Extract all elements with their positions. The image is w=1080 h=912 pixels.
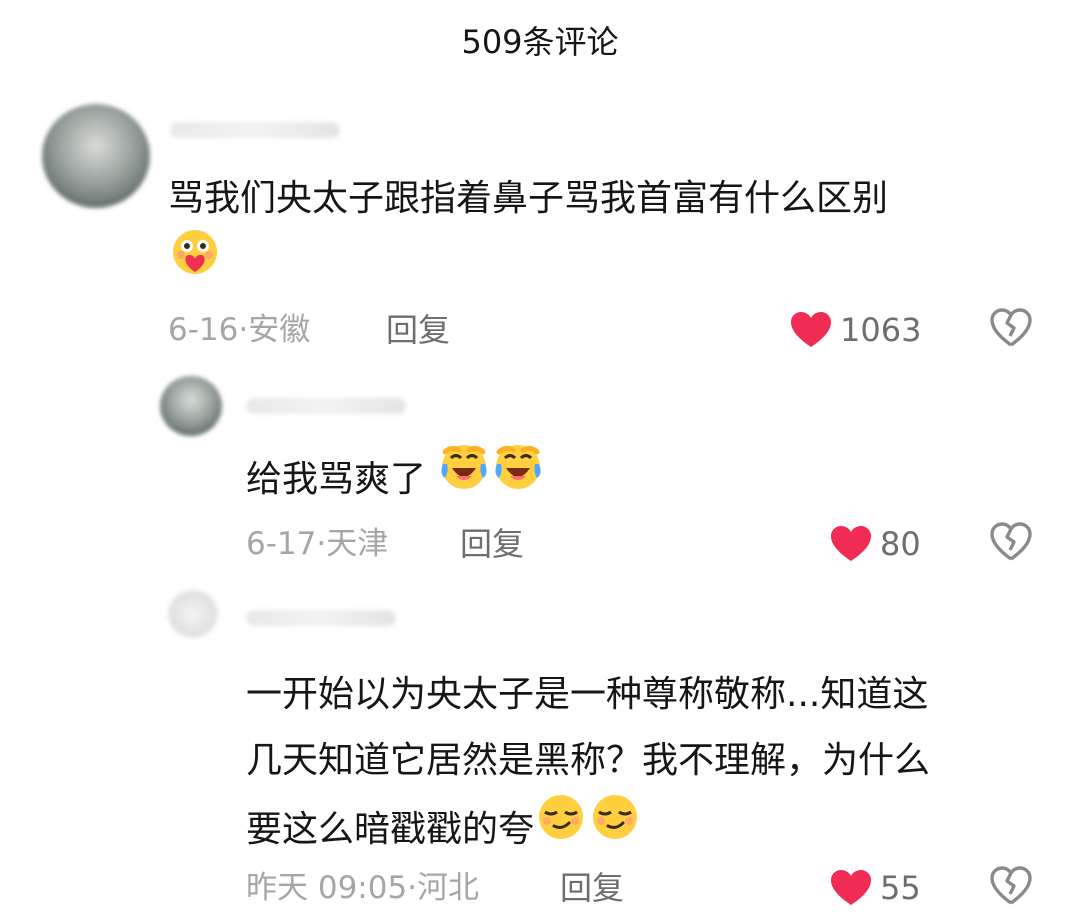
smirk-face-icon <box>588 790 642 864</box>
comment-meta: 6-17·天津 <box>246 522 388 566</box>
comment-count-title: 509条评论 <box>461 23 619 61</box>
comment-date: 6-17 <box>246 526 317 562</box>
comment-meta: 6-16·安徽 <box>168 308 310 352</box>
broken-heart-icon <box>990 308 1032 347</box>
heart-icon <box>831 526 871 561</box>
reply-button[interactable]: 回复 <box>386 308 450 352</box>
comment-location: 河北 <box>417 870 480 906</box>
meta-separator: · <box>407 870 418 906</box>
broken-heart-icon <box>990 522 1032 561</box>
dislike-button[interactable] <box>990 308 1032 352</box>
username-blurred[interactable] <box>246 398 406 414</box>
username-blurred[interactable] <box>246 610 396 626</box>
heart-icon <box>831 870 871 905</box>
comment-text-content: 给我骂爽了 <box>246 459 427 500</box>
comment-text-line: 几天知道它居然是黑称？我不理解，为什么 <box>246 740 931 781</box>
dislike-button[interactable] <box>990 866 1032 910</box>
meta-separator: · <box>238 312 249 348</box>
username-blurred[interactable] <box>170 122 340 138</box>
like-count: 80 <box>880 525 921 563</box>
crying-laughing-face-icon <box>437 440 491 514</box>
heart-icon <box>791 312 831 347</box>
like-button[interactable]: 55 <box>830 866 921 910</box>
smiling-heart-face-icon <box>168 228 222 300</box>
smirk-face-icon <box>534 790 588 864</box>
comment-text-line: 一开始以为央太子是一种尊称敬称...知道这 <box>246 674 929 715</box>
comment-location: 安徽 <box>248 312 311 348</box>
avatar[interactable] <box>168 590 218 638</box>
reply-button[interactable]: 回复 <box>460 522 524 566</box>
comment-text: 一开始以为央太子是一种尊称敬称...知道这 几天知道它居然是黑称？我不理解，为什… <box>246 662 1046 868</box>
reply-button[interactable]: 回复 <box>560 866 624 910</box>
like-count: 1063 <box>840 311 922 349</box>
comment-date: 昨天 09:05 <box>246 870 408 906</box>
comment-text: 给我骂爽了 <box>246 444 1026 518</box>
comment-text-content: 骂我们央太子跟指着鼻子骂我首富有什么区别 <box>168 178 889 219</box>
comment-text: 骂我们央太子跟指着鼻子骂我首富有什么区别 <box>168 166 1028 304</box>
crying-laughing-face-icon <box>491 440 545 514</box>
comment-date: 6-16 <box>168 312 239 348</box>
comment-location: 天津 <box>326 526 389 562</box>
like-count: 55 <box>880 869 921 907</box>
broken-heart-icon <box>990 866 1032 905</box>
meta-separator: · <box>316 526 327 562</box>
avatar[interactable] <box>160 376 222 436</box>
like-button[interactable]: 80 <box>830 522 921 566</box>
comment-text-line: 要这么暗戳戳的夸 <box>246 809 535 850</box>
comment-meta: 昨天 09:05·河北 <box>246 866 479 910</box>
like-button[interactable]: 1063 <box>790 308 921 352</box>
dislike-button[interactable] <box>990 522 1032 566</box>
avatar[interactable] <box>42 104 150 208</box>
